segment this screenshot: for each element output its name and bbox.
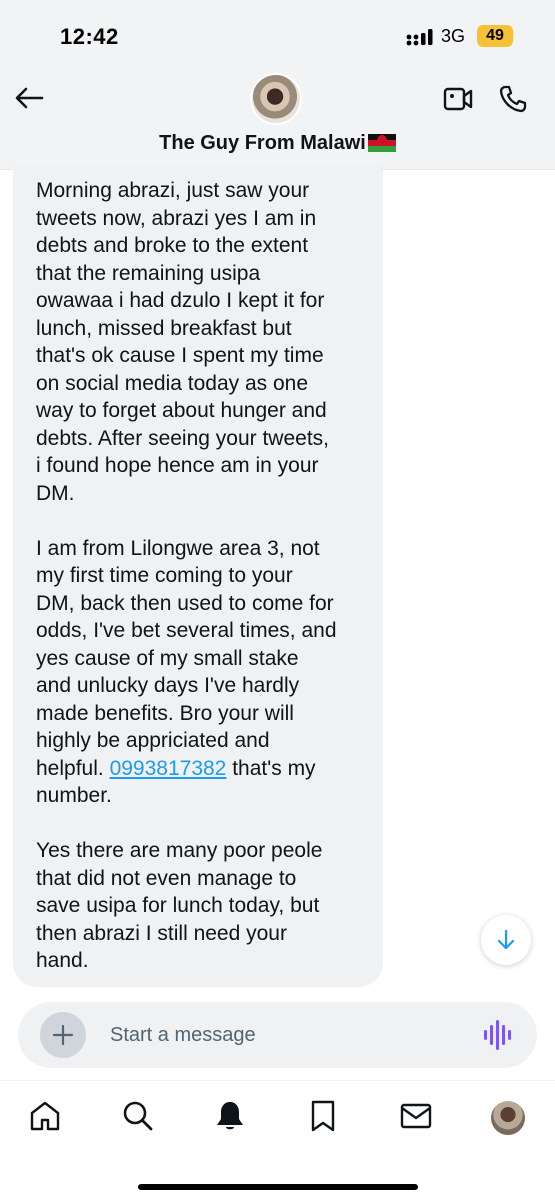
contact-avatar[interactable] <box>250 73 302 125</box>
bottom-navigation <box>0 1080 555 1200</box>
message-composer <box>18 1002 537 1068</box>
back-arrow-icon[interactable] <box>14 86 44 110</box>
home-icon[interactable] <box>28 1099 62 1133</box>
phone-icon[interactable] <box>498 84 528 114</box>
signal-strength-icon <box>406 29 433 46</box>
add-media-button[interactable] <box>40 1012 86 1058</box>
contact-name: The Guy From Malawi <box>159 132 366 154</box>
arrow-down-icon <box>497 929 515 950</box>
plus-icon <box>52 1024 74 1046</box>
messages-envelope-icon[interactable] <box>399 1099 433 1133</box>
battery-level: 49 <box>477 25 513 47</box>
search-icon[interactable] <box>121 1099 155 1133</box>
profile-avatar[interactable] <box>491 1101 525 1135</box>
status-bar: 12:42 3G 49 <box>0 0 555 70</box>
message-paragraph: Morning abrazi, just saw your tweets now… <box>36 179 329 505</box>
message-paragraph: I am from Lilongwe area 3, not my first … <box>36 535 363 810</box>
phone-number-link[interactable]: 0993817382 <box>110 757 227 780</box>
received-message-bubble: Morning abrazi, just saw your tweets now… <box>13 165 383 987</box>
home-indicator <box>138 1184 418 1190</box>
scroll-to-bottom-button[interactable] <box>481 915 531 965</box>
message-input[interactable] <box>110 1022 450 1048</box>
message-paragraph: Yes there are many poor peole that did n… <box>36 839 323 972</box>
contact-name-row: The Guy From Malawi <box>0 132 555 155</box>
voice-message-icon[interactable] <box>483 1019 513 1051</box>
message-text: I am from Lilongwe area 3, not my first … <box>36 536 337 780</box>
network-type: 3G <box>441 26 466 46</box>
video-camera-icon[interactable] <box>443 86 473 112</box>
bookmark-icon[interactable] <box>306 1099 340 1133</box>
status-time: 12:42 <box>60 24 119 49</box>
notifications-bell-icon[interactable] <box>213 1099 247 1133</box>
malawi-flag-icon <box>367 134 396 152</box>
conversation-header: The Guy From Malawi <box>0 70 555 170</box>
